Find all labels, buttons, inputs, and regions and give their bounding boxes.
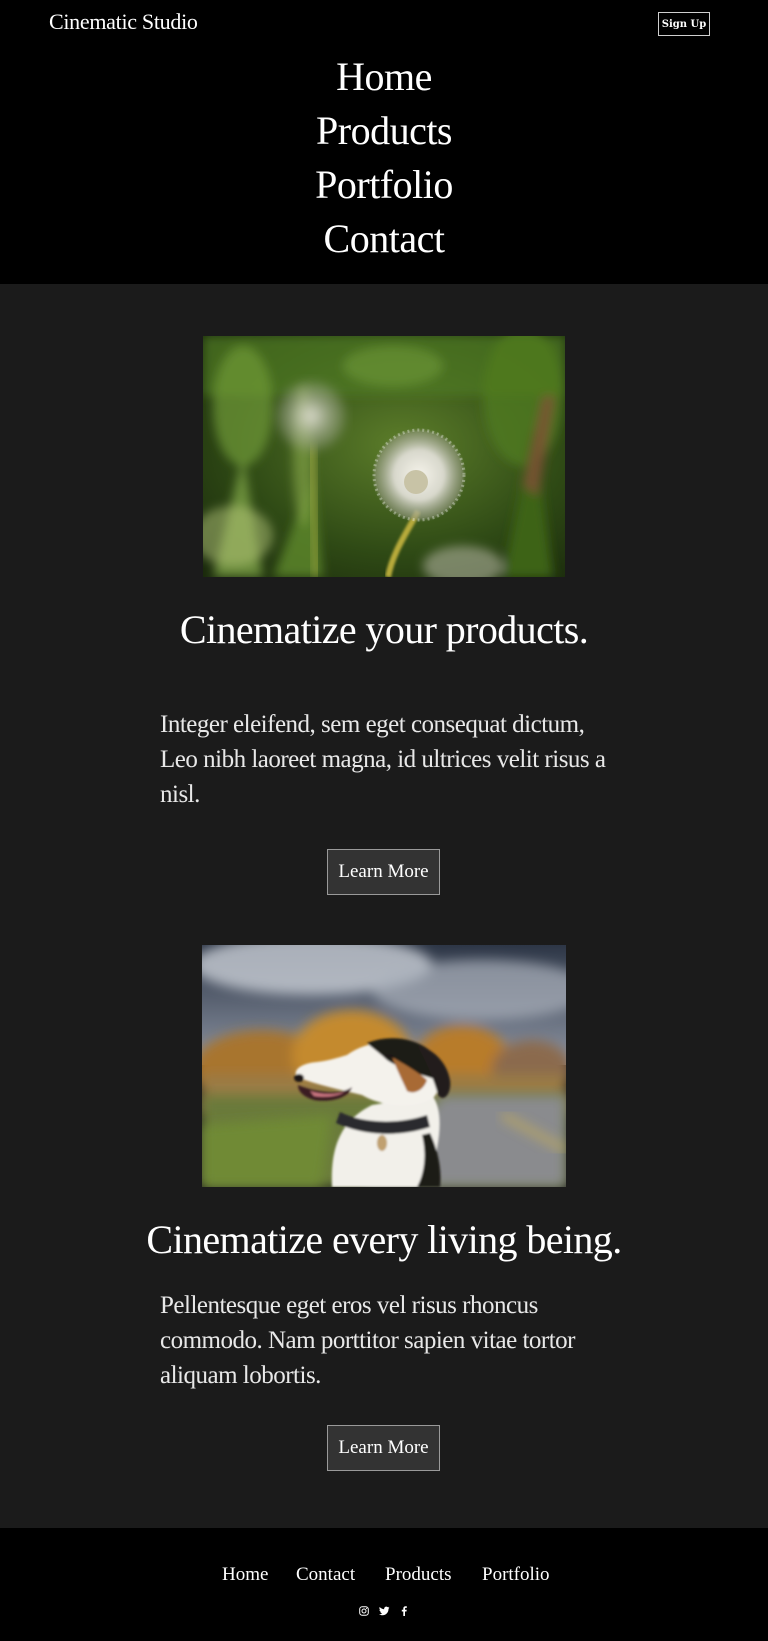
instagram-icon[interactable]: [357, 1604, 371, 1618]
brand-logo[interactable]: Cinematic Studio: [49, 9, 198, 35]
section-headline: Cinematize every living being.: [146, 1217, 622, 1262]
section-body-text: Pellentesque eget eros vel risus rhoncus…: [160, 1292, 576, 1389]
dandelion-photo: [203, 336, 565, 577]
site-footer: Home Contact Products Portfolio: [0, 1528, 768, 1641]
main-nav: Home Products Portfolio Contact: [0, 50, 768, 266]
nav-link-products[interactable]: Products: [0, 104, 768, 158]
dog-photo: [202, 945, 566, 1187]
nav-link-home[interactable]: Home: [0, 50, 768, 104]
footer-nav: Home Contact Products Portfolio: [0, 1564, 768, 1590]
footer-link-portfolio[interactable]: Portfolio: [482, 1564, 550, 1586]
footer-link-contact[interactable]: Contact: [296, 1564, 355, 1586]
learn-more-button[interactable]: Learn More: [327, 1425, 440, 1471]
nav-link-portfolio[interactable]: Portfolio: [0, 158, 768, 212]
facebook-icon[interactable]: [397, 1604, 411, 1618]
site-header: Cinematic Studio Sign Up Home Products P…: [0, 0, 768, 284]
sign-up-button[interactable]: Sign Up: [658, 12, 710, 36]
nav-link-contact[interactable]: Contact: [0, 212, 768, 266]
learn-more-button[interactable]: Learn More: [327, 849, 440, 895]
section-headline: Cinematize your products.: [179, 607, 589, 652]
footer-link-home[interactable]: Home: [222, 1564, 268, 1586]
section-body-text: Integer eleifend, sem eget consequat dic…: [160, 711, 606, 808]
twitter-icon[interactable]: [377, 1604, 391, 1618]
footer-link-products[interactable]: Products: [385, 1564, 452, 1586]
